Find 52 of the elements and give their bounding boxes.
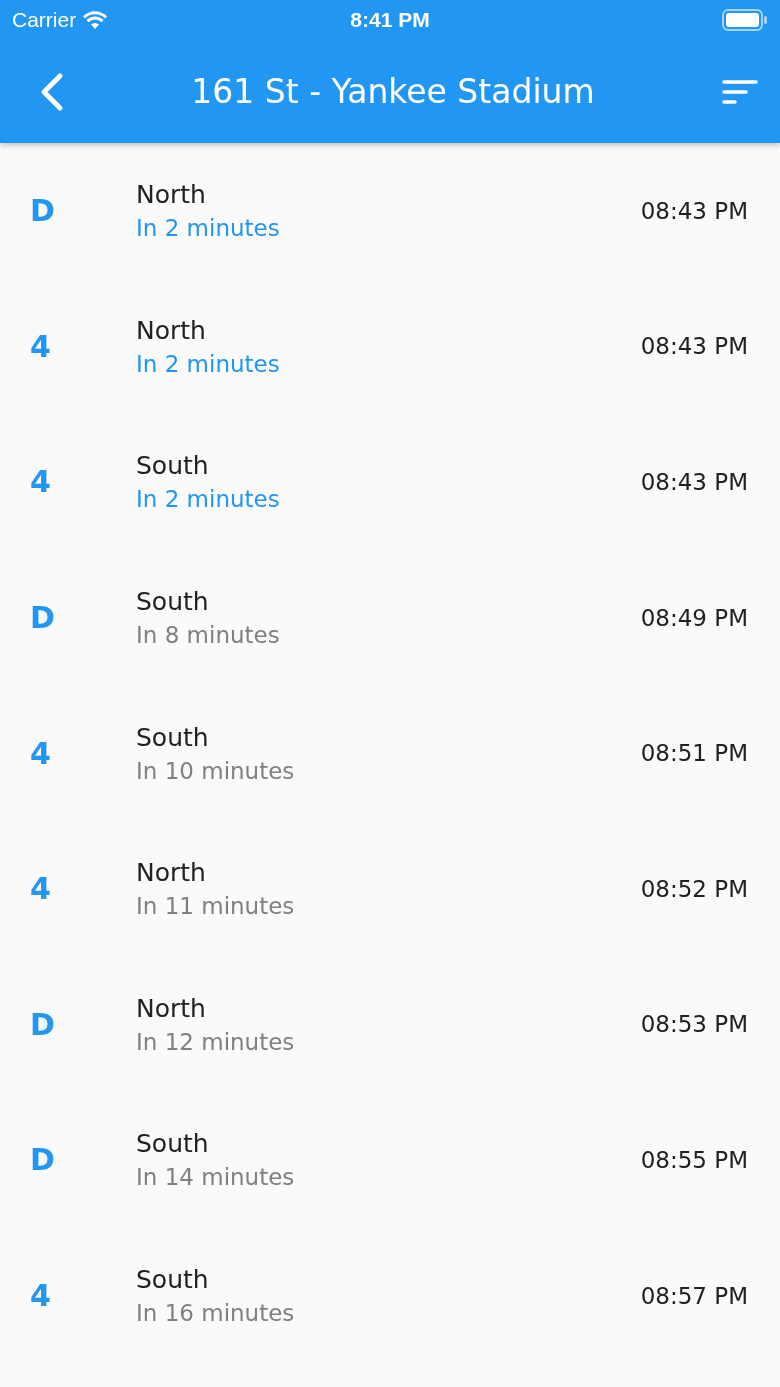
route-label: 4 (30, 464, 52, 500)
arrival-row[interactable]: D North In 2 minutes 08:43 PM (0, 143, 780, 279)
direction-label: South (136, 722, 210, 752)
direction-label: South (136, 451, 210, 481)
wifi-icon (82, 10, 109, 30)
route-label: D (30, 1142, 56, 1178)
route-label: D (30, 1006, 56, 1042)
eta-label: In 11 minutes (136, 893, 296, 920)
arrival-row[interactable]: D North In 12 minutes 08:53 PM (0, 956, 780, 1093)
eta-label: In 2 minutes (136, 215, 281, 242)
arrival-time: 08:43 PM (640, 469, 748, 495)
route-label: 4 (30, 328, 52, 364)
eta-label: In 14 minutes (136, 1164, 296, 1191)
eta-label: In 2 minutes (136, 486, 281, 513)
arrival-row[interactable]: D South In 14 minutes 08:55 PM (0, 1092, 780, 1228)
eta-label: In 2 minutes (136, 350, 281, 377)
arrival-time: 08:49 PM (640, 604, 748, 631)
route-label: 4 (30, 1278, 52, 1314)
eta-label: In 10 minutes (136, 757, 296, 784)
arrival-time: 08:53 PM (640, 1011, 748, 1038)
direction-label: North (136, 993, 207, 1023)
eta-label: In 8 minutes (136, 622, 281, 649)
eta-label: In 12 minutes (136, 1028, 296, 1055)
direction-label: North (136, 180, 207, 210)
arrival-row[interactable]: 4 South In 2 minutes 08:43 PM (0, 414, 780, 550)
direction-label: South (136, 1129, 210, 1159)
arrival-time: 08:43 PM (640, 333, 748, 360)
arrival-row[interactable]: 4 South In 10 minutes 08:51 PM (0, 685, 780, 821)
direction-label: South (136, 587, 210, 617)
direction-label: North (136, 858, 207, 888)
direction-label: South (136, 1265, 210, 1295)
sort-icon (722, 78, 758, 105)
sort-button[interactable] (722, 78, 758, 105)
arrival-time: 08:55 PM (640, 1146, 748, 1173)
eta-label: In 16 minutes (136, 1300, 296, 1327)
arrival-time: 08:43 PM (640, 197, 748, 224)
arrival-row[interactable]: 4 South In 16 minutes 08:57 PM (0, 1227, 780, 1364)
route-label: 4 (30, 871, 52, 907)
arrival-time: 08:51 PM (640, 740, 748, 767)
arrival-time: 08:57 PM (640, 1282, 748, 1309)
direction-label: North (136, 315, 207, 345)
battery-icon (722, 9, 768, 31)
route-label: D (30, 600, 56, 636)
arrival-row[interactable]: 4 North In 11 minutes 08:52 PM (0, 820, 780, 957)
screen-title: 161 St - Yankee Stadium (191, 72, 595, 111)
arrival-row[interactable]: D South In 8 minutes 08:49 PM (0, 549, 780, 686)
clock: 8:41 PM (350, 8, 430, 32)
carrier-label: Carrier (12, 8, 77, 32)
arrival-time: 08:52 PM (640, 875, 748, 902)
arrival-row[interactable]: 4 North In 2 minutes 08:43 PM (0, 278, 780, 415)
route-label: 4 (30, 735, 52, 771)
route-label: D (30, 193, 56, 229)
